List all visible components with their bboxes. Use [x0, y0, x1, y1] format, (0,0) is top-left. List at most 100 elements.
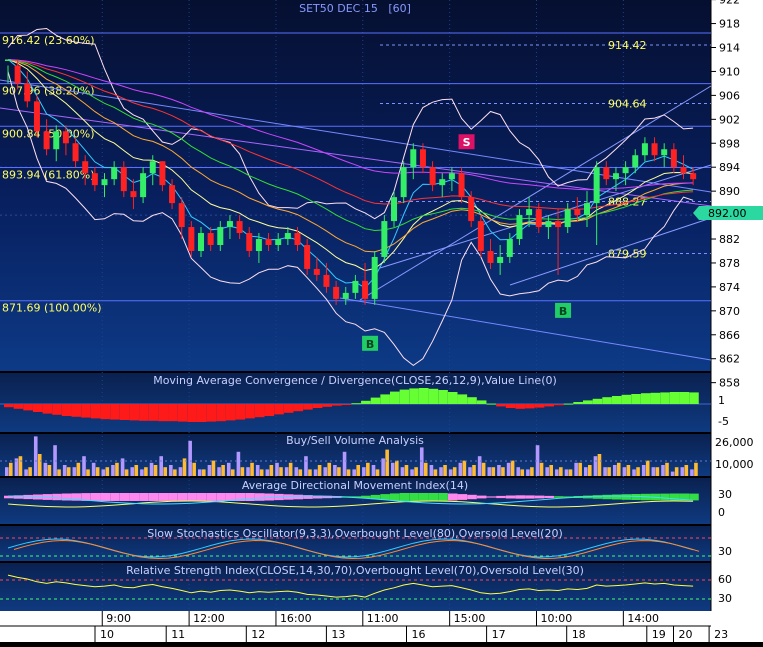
volume-buy-bar [134, 465, 139, 476]
macd-bar [61, 404, 72, 416]
volume-buy-bar [530, 467, 534, 476]
candle-body [159, 161, 166, 186]
adx-bar [158, 493, 168, 501]
volume-buy-bar [578, 462, 582, 476]
macd-bar [515, 404, 526, 409]
volume-buy-bar [539, 462, 544, 476]
candle-body [140, 173, 147, 198]
macd-bar [225, 404, 236, 421]
macd-bar [332, 404, 342, 406]
candle-body [487, 250, 494, 263]
macd-bar [573, 402, 583, 404]
fib-level-label: 893.94 (61.80%) [2, 169, 95, 182]
volume-buy-bar [346, 469, 351, 476]
macd-bar [640, 393, 651, 404]
macd-bar [476, 400, 487, 404]
adx-bar [447, 493, 458, 501]
volume-sell-bar [255, 465, 260, 476]
macd-bar [168, 404, 178, 422]
adx-bar [544, 495, 554, 499]
level-label: 922.78 [608, 0, 647, 2]
candle-body [564, 209, 571, 228]
macd-bar [216, 404, 226, 422]
volume-buy-bar [674, 467, 679, 476]
rsi-tick-30: 30 [718, 592, 732, 605]
price-chart-title: SET50 DEC 15 [60] [299, 2, 411, 15]
candle-body [275, 239, 282, 246]
volume-title: Buy/Sell Volume Analysis [286, 434, 424, 447]
adx-bar [129, 493, 140, 501]
signal-label: S [463, 136, 471, 149]
macd-bar [496, 404, 506, 407]
hour-label: 16:00 [280, 612, 312, 625]
volume-sell-bar [419, 447, 424, 476]
macd-bar [90, 404, 101, 419]
candle-body [526, 209, 533, 216]
adx-bar [90, 493, 101, 501]
volume-buy-bar [616, 462, 621, 476]
volume-sell-bar [516, 467, 521, 476]
volume-buy-bar [501, 467, 505, 476]
fib-level-label: 916.42 (23.60%) [2, 34, 95, 47]
candle-body [670, 149, 677, 168]
volume-buy-bar [163, 467, 167, 476]
volume-sell-bar [612, 465, 617, 476]
volume-buy-bar [250, 462, 254, 476]
volume-buy-bar [115, 462, 119, 476]
adx-bar [187, 493, 197, 501]
candle-body [188, 227, 195, 251]
candle-body [497, 256, 504, 263]
volume-buy-bar [491, 467, 496, 476]
stoch-tick-30: 30 [718, 545, 732, 558]
volume-buy-bar [433, 469, 438, 476]
volume-sell-bar [294, 467, 299, 476]
volume-buy-bar [153, 465, 158, 476]
candle-body [651, 143, 658, 156]
macd-bar [139, 404, 149, 421]
volume-sell-bar [33, 436, 38, 476]
volume-buy-bar [423, 462, 428, 476]
adx-bar [689, 493, 699, 501]
macd-bar [81, 404, 91, 418]
price-axis-tick-label: 894 [719, 161, 740, 174]
macd-bar [177, 404, 188, 422]
volume-buy-bar [645, 460, 650, 476]
macd-tick-1: 1 [718, 394, 725, 407]
price-axis-tick-label: 862 [719, 353, 740, 366]
candle-body [217, 227, 224, 246]
macd-bar [303, 404, 313, 410]
volume-buy-bar [414, 467, 418, 476]
macd-bar [119, 404, 130, 420]
macd-bar [361, 400, 371, 404]
adx-bar [418, 493, 429, 501]
candle-body [284, 233, 291, 240]
candle-body [641, 143, 648, 156]
candle-body [333, 286, 340, 299]
macd-bar [554, 404, 564, 406]
macd-bar [592, 398, 603, 404]
candle-body [33, 101, 40, 132]
candle-body [448, 173, 455, 180]
volume-buy-bar [481, 462, 486, 476]
volume-sell-bar [564, 469, 569, 476]
volume-sell-bar [246, 467, 250, 476]
macd-bar [274, 404, 284, 415]
volume-buy-bar [626, 465, 631, 476]
volume-sell-bar [5, 467, 9, 476]
candle-body [120, 167, 127, 192]
volume-sell-bar [468, 467, 472, 476]
volume-buy-bar [173, 469, 177, 476]
volume-buy-bar [520, 469, 525, 476]
candle-body [91, 173, 98, 186]
candle-body [43, 131, 50, 150]
volume-sell-bar [43, 462, 48, 476]
volume-tick-26000: 26,000 [715, 436, 754, 449]
macd-title: Moving Average Convergence / Divergence(… [153, 374, 557, 387]
volume-buy-bar [597, 454, 602, 476]
price-axis-tick-label: 922 [719, 0, 740, 7]
volume-sell-bar [477, 456, 482, 476]
day-label: 19 [652, 628, 666, 641]
day-label: 18 [572, 628, 586, 641]
volume-sell-bar [362, 467, 366, 476]
volume-buy-bar [211, 460, 216, 476]
